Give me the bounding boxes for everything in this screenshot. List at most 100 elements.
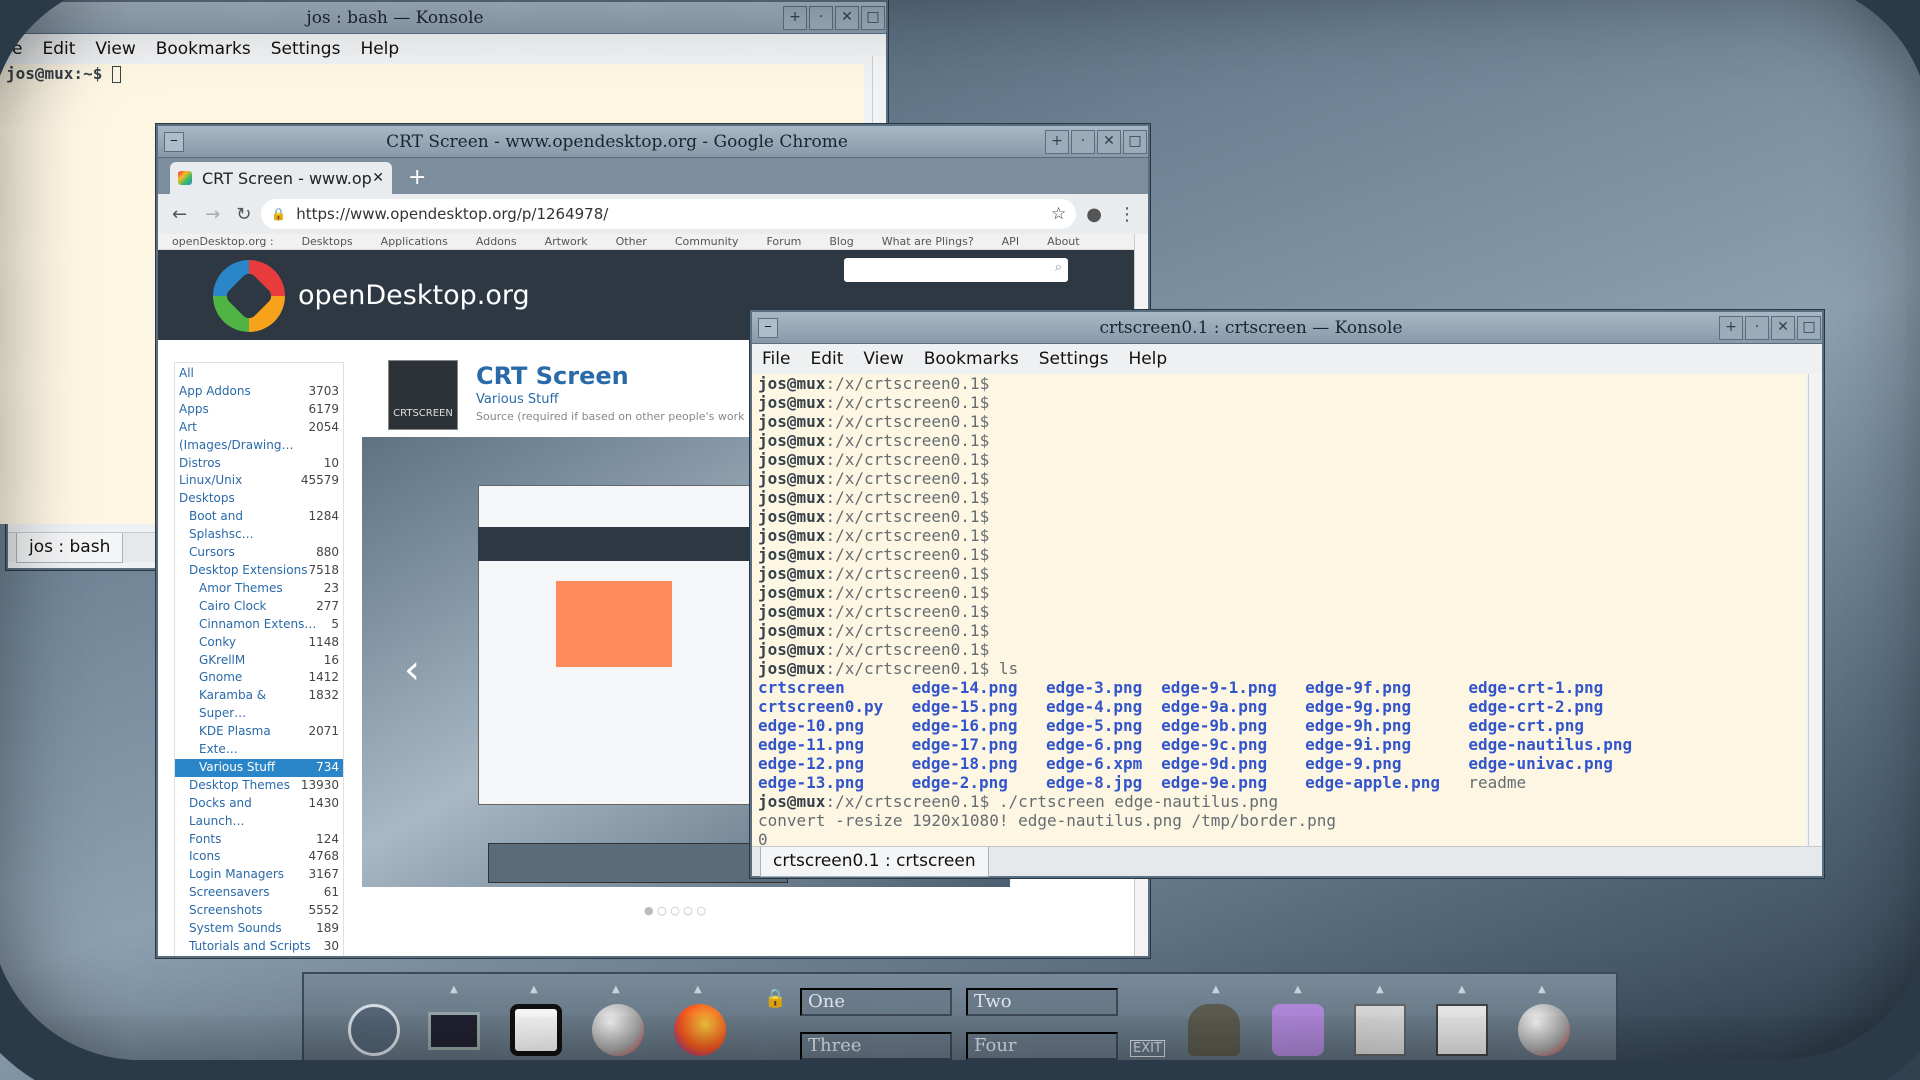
crtscreen-terminal[interactable]: jos@mux:/x/crtscreen0.1$ jos@mux:/x/crtsc…	[752, 374, 1806, 854]
konsole-bash-titlebar[interactable]: jos : bash — Konsole + · ✕ □	[8, 2, 886, 34]
site-search-input[interactable]: ⌕	[844, 258, 1068, 282]
drawer-arrow-icon[interactable]: ▲	[1458, 984, 1466, 995]
gimp-icon[interactable]	[1188, 1004, 1240, 1056]
gallery-dots[interactable]: ● ○ ○ ○ ○	[644, 904, 706, 917]
category-item[interactable]: Screensavers 61	[175, 884, 343, 902]
category-item[interactable]: Linux/Unix Desktops 45579	[175, 472, 343, 508]
libreoffice-icon[interactable]	[510, 1004, 562, 1056]
editor-icon[interactable]	[1436, 1004, 1488, 1056]
exit-button[interactable]: EXIT	[1130, 1040, 1165, 1057]
nav-link[interactable]: Community	[675, 235, 739, 248]
category-item[interactable]: Icons 4768	[175, 848, 343, 866]
gallery-prev-icon[interactable]: ‹	[404, 647, 420, 693]
category-item[interactable]: Amor Themes 23	[175, 580, 343, 598]
category-item[interactable]: Desktop Extensions 7518	[175, 562, 343, 580]
menu-settings[interactable]: Settings	[271, 39, 341, 59]
maximize-icon[interactable]: □	[1797, 315, 1821, 340]
shade-icon[interactable]: +	[1719, 315, 1743, 340]
database-icon[interactable]	[1272, 1004, 1324, 1056]
printer-icon[interactable]	[1354, 1004, 1406, 1056]
category-item[interactable]: Cairo Clock 277	[175, 598, 343, 616]
category-item[interactable]: All	[175, 365, 343, 383]
back-icon[interactable]: ←	[172, 204, 187, 225]
nav-link[interactable]: API	[1002, 235, 1019, 248]
terminal-icon[interactable]	[428, 1012, 480, 1050]
chrome-titlebar[interactable]: ─ CRT Screen - www.opendesktop.org - Goo…	[158, 126, 1148, 158]
drawer-arrow-icon[interactable]: ▲	[694, 984, 702, 995]
kebab-menu-icon[interactable]: ⋮	[1118, 204, 1136, 225]
close-icon[interactable]: ✕	[835, 5, 859, 30]
menu-help[interactable]: Help	[1128, 349, 1167, 369]
search-icon[interactable]: ⌕	[1055, 260, 1062, 275]
nav-link[interactable]: Addons	[476, 235, 517, 248]
category-item[interactable]: Screenshots 5552	[175, 902, 343, 920]
product-category[interactable]: Various Stuff	[476, 392, 558, 407]
shade-icon[interactable]: +	[783, 5, 807, 30]
menu-view[interactable]: View	[95, 39, 135, 59]
menu-edit[interactable]: Edit	[42, 39, 75, 59]
nav-link[interactable]: Forum	[767, 235, 802, 248]
nav-link[interactable]: Artwork	[545, 235, 588, 248]
category-item[interactable]: Desktop Themes 13930	[175, 777, 343, 795]
nav-link[interactable]: What are Plings?	[882, 235, 974, 248]
address-bar[interactable]: 🔒 https://www.opendesktop.org/p/1264978/…	[261, 199, 1077, 229]
menu-help[interactable]: Help	[360, 39, 399, 59]
nav-link[interactable]: Applications	[381, 235, 448, 248]
crtscreen-scrollbar[interactable]	[1808, 374, 1822, 854]
close-icon[interactable]: ✕	[1097, 129, 1121, 154]
category-item[interactable]: Various Stuff 734	[175, 758, 343, 777]
menu-file[interactable]: File	[0, 39, 22, 59]
tab-crtscreen[interactable]: crtscreen0.1 : crtscreen	[760, 847, 989, 877]
pearl-icon[interactable]	[592, 1004, 644, 1056]
nav-link[interactable]: About	[1047, 235, 1080, 248]
window-menu-icon[interactable]: ─	[758, 317, 778, 338]
drawer-arrow-icon[interactable]: ▲	[1212, 984, 1220, 995]
nav-link[interactable]: openDesktop.org :	[172, 235, 274, 248]
window-menu-icon[interactable]: ─	[164, 131, 184, 152]
category-item[interactable]: Tutorials and Scripts 30	[175, 938, 343, 956]
maximize-icon[interactable]: □	[1123, 129, 1147, 154]
drawer-arrow-icon[interactable]: ▲	[1376, 984, 1384, 995]
category-item[interactable]: Distros 10	[175, 455, 343, 473]
category-item[interactable]: GKrellM 16	[175, 652, 343, 670]
menu-edit[interactable]: Edit	[810, 349, 843, 369]
lock-icon[interactable]: 🔒	[764, 988, 786, 1009]
drawer-arrow-icon[interactable]: ▲	[1538, 984, 1546, 995]
new-tab-icon[interactable]: +	[408, 165, 426, 190]
tab-bash[interactable]: jos : bash	[16, 533, 124, 563]
category-item[interactable]: Login Managers 3167	[175, 866, 343, 884]
konsole-crtscreen-titlebar[interactable]: ─ crtscreen0.1 : crtscreen — Konsole + ·…	[752, 312, 1822, 344]
firefox-icon[interactable]	[674, 1004, 726, 1056]
nav-link[interactable]: Blog	[829, 235, 853, 248]
pearl-icon[interactable]	[1518, 1004, 1570, 1056]
close-tab-icon[interactable]: ✕	[372, 170, 384, 186]
bookmark-star-icon[interactable]: ☆	[1051, 204, 1066, 224]
pager-desk-two[interactable]: Two	[966, 988, 1118, 1016]
category-item[interactable]: Cinnamon Extens… 5	[175, 616, 343, 634]
iconify-icon[interactable]: ·	[809, 5, 833, 30]
pager-desk-one[interactable]: One	[800, 988, 952, 1016]
forward-icon[interactable]: →	[205, 204, 220, 225]
maximize-icon[interactable]: □	[861, 5, 885, 30]
iconify-icon[interactable]: ·	[1071, 129, 1095, 154]
iconify-icon[interactable]: ·	[1745, 315, 1769, 340]
pager-desk-four[interactable]: Four	[966, 1032, 1118, 1060]
category-item[interactable]: Conky 1148	[175, 634, 343, 652]
category-item[interactable]: Docks and Launch… 1430	[175, 795, 343, 831]
category-item[interactable]: Gnome 1412	[175, 669, 343, 687]
browser-tab[interactable]: CRT Screen - www.op ✕	[170, 162, 392, 194]
nav-link[interactable]: Other	[616, 235, 647, 248]
shade-icon[interactable]: +	[1045, 129, 1069, 154]
category-item[interactable]: Apps 6179	[175, 401, 343, 419]
reload-icon[interactable]: ↻	[236, 204, 251, 225]
site-brand[interactable]: openDesktop.org	[298, 280, 530, 311]
nav-link[interactable]: Desktops	[302, 235, 353, 248]
category-item[interactable]: Art (Images/Drawing… 2054	[175, 419, 343, 455]
menu-settings[interactable]: Settings	[1039, 349, 1109, 369]
opendesktop-logo-icon[interactable]	[213, 260, 285, 332]
category-item[interactable]: Cursors 880	[175, 544, 343, 562]
drawer-arrow-icon[interactable]: ▲	[1294, 984, 1302, 995]
menu-file[interactable]: File	[762, 349, 790, 369]
category-item[interactable]: System Sounds 189	[175, 920, 343, 938]
clock-icon[interactable]	[348, 1004, 400, 1056]
